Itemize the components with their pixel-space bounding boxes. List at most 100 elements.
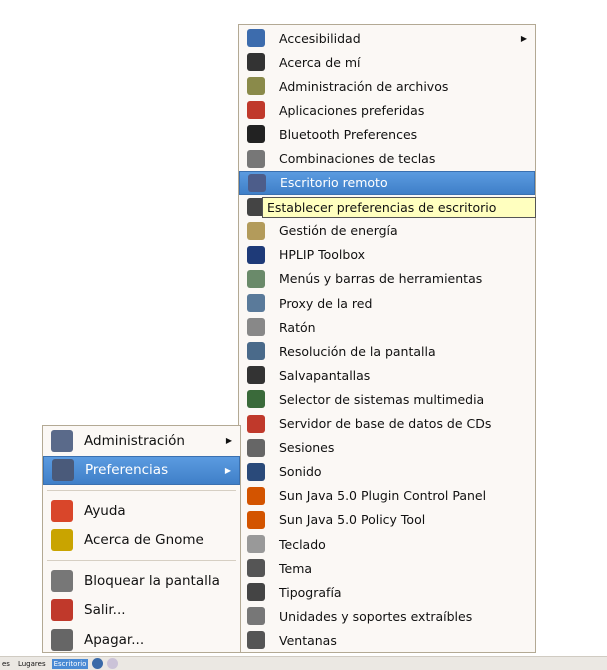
menu-item-sonido[interactable]: Sonido (239, 460, 535, 484)
theme-icon (247, 559, 265, 578)
menu-item-menus-y-barras-de-herramientas[interactable]: Menús y barras de herramientas (239, 267, 535, 291)
menu-item-unidades-y-soportes-extraibles[interactable]: Unidades y soportes extraíbles (239, 604, 535, 628)
menu-item-salir[interactable]: Salir... (43, 596, 240, 626)
menu-item-label: Selector de sistemas multimedia (279, 391, 485, 407)
file-management-icon (247, 77, 265, 96)
menu-item-label: Tipografía (279, 584, 342, 600)
menu-item-gestion-de-energia[interactable]: Gestión de energía (239, 219, 535, 243)
computer-icon (51, 429, 73, 452)
menu-item-label: Bluetooth Preferences (279, 126, 418, 142)
menu-item-label: Resolución de la pantalla (279, 343, 436, 359)
keyboard-shortcuts-icon (247, 149, 265, 168)
menu-item-apagar[interactable]: Apagar... (43, 625, 240, 655)
tooltip: Establecer preferencias de escritorio (262, 197, 536, 218)
menu-item-label: Sesiones (279, 440, 335, 456)
menu-item-label: Ratón (279, 319, 316, 335)
sound-icon (247, 462, 265, 481)
java-icon (247, 510, 265, 529)
menu-item-label: Sonido (279, 464, 322, 480)
keyboard-icon (247, 535, 265, 554)
menus-toolbars-icon (247, 269, 265, 288)
menu-item-proxy-de-la-red[interactable]: Proxy de la red (239, 291, 535, 315)
submenu-arrow-icon: ▶ (224, 465, 231, 475)
menu-item-label: HPLIP Toolbox (279, 247, 365, 263)
menu-separator (47, 560, 236, 561)
logout-icon (51, 599, 73, 622)
menu-item-bluetooth-preferences[interactable]: Bluetooth Preferences (239, 122, 535, 146)
menu-item-ayuda[interactable]: Ayuda (43, 496, 240, 526)
menu-item-bloquear-la-pantalla[interactable]: Bloquear la pantalla (43, 566, 240, 596)
menu-item-label: Servidor de base de datos de CDs (279, 416, 492, 432)
menu-item-resolucion-de-la-pantalla[interactable]: Resolución de la pantalla (239, 339, 535, 363)
windows-icon (247, 631, 265, 650)
menu-item-label: Aplicaciones preferidas (279, 102, 425, 118)
hp-icon (247, 245, 265, 264)
menu-item-label: Sun Java 5.0 Policy Tool (279, 512, 426, 528)
menu-item-label: Apagar... (84, 631, 145, 648)
menu-item-label: Acerca de mí (279, 54, 361, 70)
menu-item-label: Escritorio remoto (280, 175, 388, 191)
about-me-icon (247, 53, 265, 72)
mail-launcher-icon[interactable] (107, 658, 119, 669)
menu-item-label: Ayuda (84, 502, 126, 519)
menu-item-label: Teclado (279, 536, 326, 552)
submenu-arrow-icon: ▶ (520, 33, 527, 43)
power-management-icon (247, 221, 265, 240)
menu-item-selector-de-sistemas-multimedia[interactable]: Selector de sistemas multimedia (239, 387, 535, 411)
menu-item-administracion-de-archivos[interactable]: Administración de archivos (239, 74, 535, 98)
accessibility-icon (247, 29, 265, 48)
network-proxy-icon (247, 294, 265, 313)
menu-item-tema[interactable]: Tema (239, 556, 535, 580)
menu-item-label: Accesibilidad (279, 30, 361, 46)
menu-item-sun-java-5-0-policy-tool[interactable]: Sun Java 5.0 Policy Tool (239, 508, 535, 532)
menu-separator (47, 490, 236, 491)
top-panel: es Lugares Escritorio (0, 656, 607, 670)
lock-icon (51, 569, 73, 592)
tools-icon (52, 459, 74, 482)
system-menu: Administración ▶ Preferencias ▶ Ayuda Acerca … (42, 425, 241, 653)
menu-item-label: Salvapantallas (279, 367, 371, 383)
font-icon (247, 583, 265, 602)
menu-item-tipografia[interactable]: Tipografía (239, 580, 535, 604)
sessions-icon (247, 438, 265, 457)
menu-item-ventanas[interactable]: Ventanas (239, 628, 535, 652)
menu-item-accesibilidad[interactable]: Accesibilidad ▶ (239, 26, 535, 50)
menu-item-label: Preferencias (85, 462, 169, 479)
menu-item-escritorio-remoto[interactable]: Escritorio remoto (239, 170, 535, 195)
menu-item-acerca-de-gnome[interactable]: Acerca de Gnome (43, 526, 240, 556)
preferred-apps-icon (247, 101, 265, 120)
menu-item-sesiones[interactable]: Sesiones (239, 436, 535, 460)
menu-item-label: Bloquear la pantalla (84, 572, 220, 589)
cd-database-icon (247, 414, 265, 433)
bluetooth-icon (247, 125, 265, 144)
panel-menu-system[interactable]: Escritorio (51, 658, 89, 669)
menu-item-servidor-de-base-de-datos-de-cds[interactable]: Servidor de base de datos de CDs (239, 412, 535, 436)
menu-item-label: Menús y barras de herramientas (279, 271, 483, 287)
panel-menu-applications[interactable]: es (0, 659, 12, 669)
menu-item-administracion[interactable]: Administración ▶ (43, 426, 240, 456)
submenu-arrow-icon: ▶ (225, 436, 232, 446)
menu-item-label: Administración (84, 432, 185, 449)
removable-media-icon (247, 607, 265, 626)
mouse-icon (247, 318, 265, 337)
menu-item-label: Gestión de energía (279, 223, 398, 239)
java-icon (247, 486, 265, 505)
menu-item-raton[interactable]: Ratón (239, 315, 535, 339)
help-lifebuoy-icon (51, 499, 73, 522)
menu-item-preferencias[interactable]: Preferencias ▶ (43, 455, 240, 485)
menu-item-teclado[interactable]: Teclado (239, 532, 535, 556)
menu-item-aplicaciones-preferidas[interactable]: Aplicaciones preferidas (239, 98, 535, 122)
menu-item-label: Unidades y soportes extraíbles (279, 608, 473, 624)
menu-item-acerca-de-mi[interactable]: Acerca de mí (239, 50, 535, 74)
menu-item-salvapantallas[interactable]: Salvapantallas (239, 363, 535, 387)
menu-item-hplip-toolbox[interactable]: HPLIP Toolbox (239, 243, 535, 267)
menu-item-label: Ventanas (279, 632, 337, 648)
panel-menu-places[interactable]: Lugares (16, 659, 48, 669)
browser-launcher-icon[interactable] (92, 658, 104, 669)
menu-item-combinaciones-de-teclas[interactable]: Combinaciones de teclas (239, 146, 535, 170)
shutdown-icon (51, 628, 73, 651)
menu-item-label: Salir... (84, 602, 126, 619)
menu-item-label: Tema (279, 560, 313, 576)
menu-item-label: Acerca de Gnome (84, 532, 204, 549)
menu-item-sun-java-5-0-plugin-control-panel[interactable]: Sun Java 5.0 Plugin Control Panel (239, 484, 535, 508)
